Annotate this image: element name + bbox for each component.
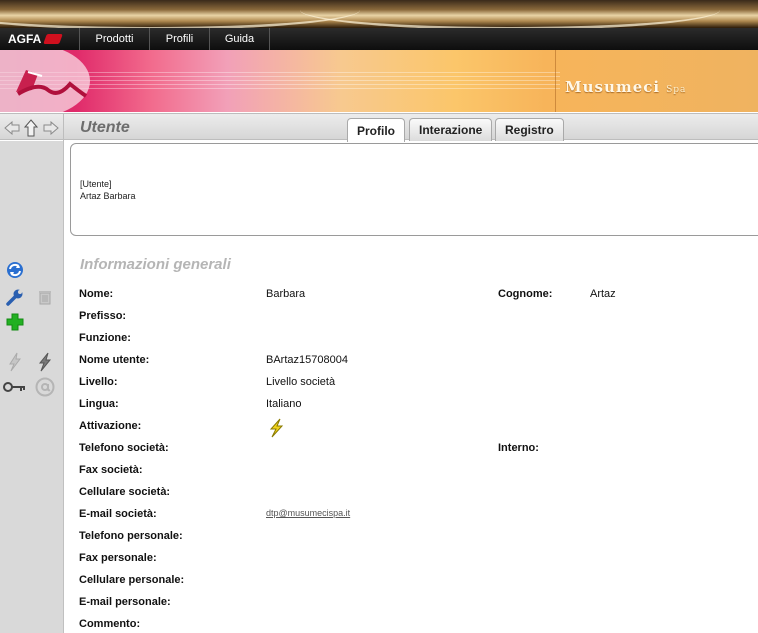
- email-societa-link[interactable]: dtp@musumecispa.it: [266, 508, 350, 518]
- field-value-email-societa: dtp@musumecispa.it: [266, 507, 350, 519]
- field-label-email-societa: E-mail società:: [79, 508, 157, 520]
- musumeci-m-logo-icon: [16, 70, 88, 98]
- field-label-prefisso: Prefisso:: [79, 310, 127, 322]
- agfa-logo: AGFA: [0, 28, 80, 50]
- field-label-livello: Livello:: [79, 376, 118, 388]
- refresh-button[interactable]: [4, 259, 26, 281]
- field-label-interno: Interno:: [498, 442, 539, 454]
- brand-suffix: Spa: [666, 85, 687, 95]
- page-title: Utente: [80, 119, 130, 136]
- top-decorative-strip: [0, 0, 758, 28]
- agfa-diamond-icon: [43, 34, 64, 44]
- tab-registro[interactable]: Registro: [495, 118, 564, 141]
- field-value-attivazione: [266, 418, 286, 441]
- trash-icon: [39, 291, 51, 305]
- up-arrow-icon[interactable]: [24, 118, 39, 137]
- email-button[interactable]: [34, 376, 56, 398]
- activate-icon: [38, 352, 52, 372]
- forward-arrow-icon[interactable]: [43, 120, 59, 135]
- menu-bar: AGFA Prodotti Profili Guida: [0, 28, 758, 50]
- tab-profilo[interactable]: Profilo: [347, 118, 405, 142]
- field-value-nome: Barbara: [266, 288, 306, 300]
- field-label-attivazione: Attivazione:: [79, 420, 142, 432]
- title-bar: Utente Profilo Interazione Registro: [0, 113, 758, 142]
- field-label-lingua: Lingua:: [79, 398, 119, 410]
- refresh-icon: [7, 262, 23, 278]
- menu-item-guida[interactable]: Guida: [210, 28, 270, 50]
- field-value-livello: Livello società: [266, 376, 336, 388]
- field-value-cognome: Artaz: [590, 288, 616, 300]
- field-value-lingua: Italiano: [266, 398, 302, 410]
- field-label-cellulare-societa: Cellulare società:: [79, 486, 171, 498]
- wrench-icon: [6, 289, 23, 306]
- disconnect-button[interactable]: [4, 351, 26, 373]
- agfa-logo-text: AGFA: [8, 32, 42, 46]
- delete-button[interactable]: [34, 286, 56, 308]
- menu-item-prodotti[interactable]: Prodotti: [80, 28, 150, 50]
- section-title: Informazioni generali: [80, 256, 231, 273]
- add-button[interactable]: [4, 311, 26, 333]
- field-label-funzione: Funzione:: [79, 332, 131, 344]
- banner-separator: [555, 50, 556, 112]
- edit-button[interactable]: [4, 286, 26, 308]
- brand-name: Musumeci Spa: [565, 78, 686, 96]
- header-entity-type: [Utente]: [80, 179, 112, 189]
- brand-banner: Musumeci Spa: [0, 50, 758, 112]
- field-label-commento: Commento:: [79, 618, 141, 630]
- field-label-fax-societa: Fax società:: [79, 464, 143, 476]
- field-label-fax-personale: Fax personale:: [79, 552, 157, 564]
- field-label-telefono-personale: Telefono personale:: [79, 530, 183, 542]
- user-header-box: [Utente] Artaz Barbara: [70, 143, 758, 236]
- add-icon: [6, 313, 24, 331]
- field-label-nome-utente: Nome utente:: [79, 354, 150, 366]
- field-label-nome: Nome:: [79, 288, 114, 300]
- nav-arrows: [0, 114, 64, 141]
- email-icon: [35, 377, 55, 397]
- activation-bolt-icon: [269, 418, 284, 438]
- field-label-cognome: Cognome:: [498, 288, 553, 300]
- field-value-nome-utente: BArtaz15708004: [266, 354, 348, 366]
- field-label-cellulare-personale: Cellulare personale:: [79, 574, 185, 586]
- left-toolbar: [0, 141, 64, 633]
- disconnect-icon: [9, 352, 21, 372]
- key-icon: [3, 382, 25, 392]
- field-label-telefono-societa: Telefono società:: [79, 442, 169, 454]
- back-arrow-icon[interactable]: [4, 120, 20, 135]
- password-button[interactable]: [2, 376, 28, 398]
- header-user-name: Artaz Barbara: [80, 191, 136, 201]
- brand-name-text: Musumeci: [565, 78, 661, 96]
- tab-interazione[interactable]: Interazione: [409, 118, 493, 141]
- field-label-email-personale: E-mail personale:: [79, 596, 171, 608]
- menu-item-profili[interactable]: Profili: [150, 28, 210, 50]
- activate-button[interactable]: [34, 351, 56, 373]
